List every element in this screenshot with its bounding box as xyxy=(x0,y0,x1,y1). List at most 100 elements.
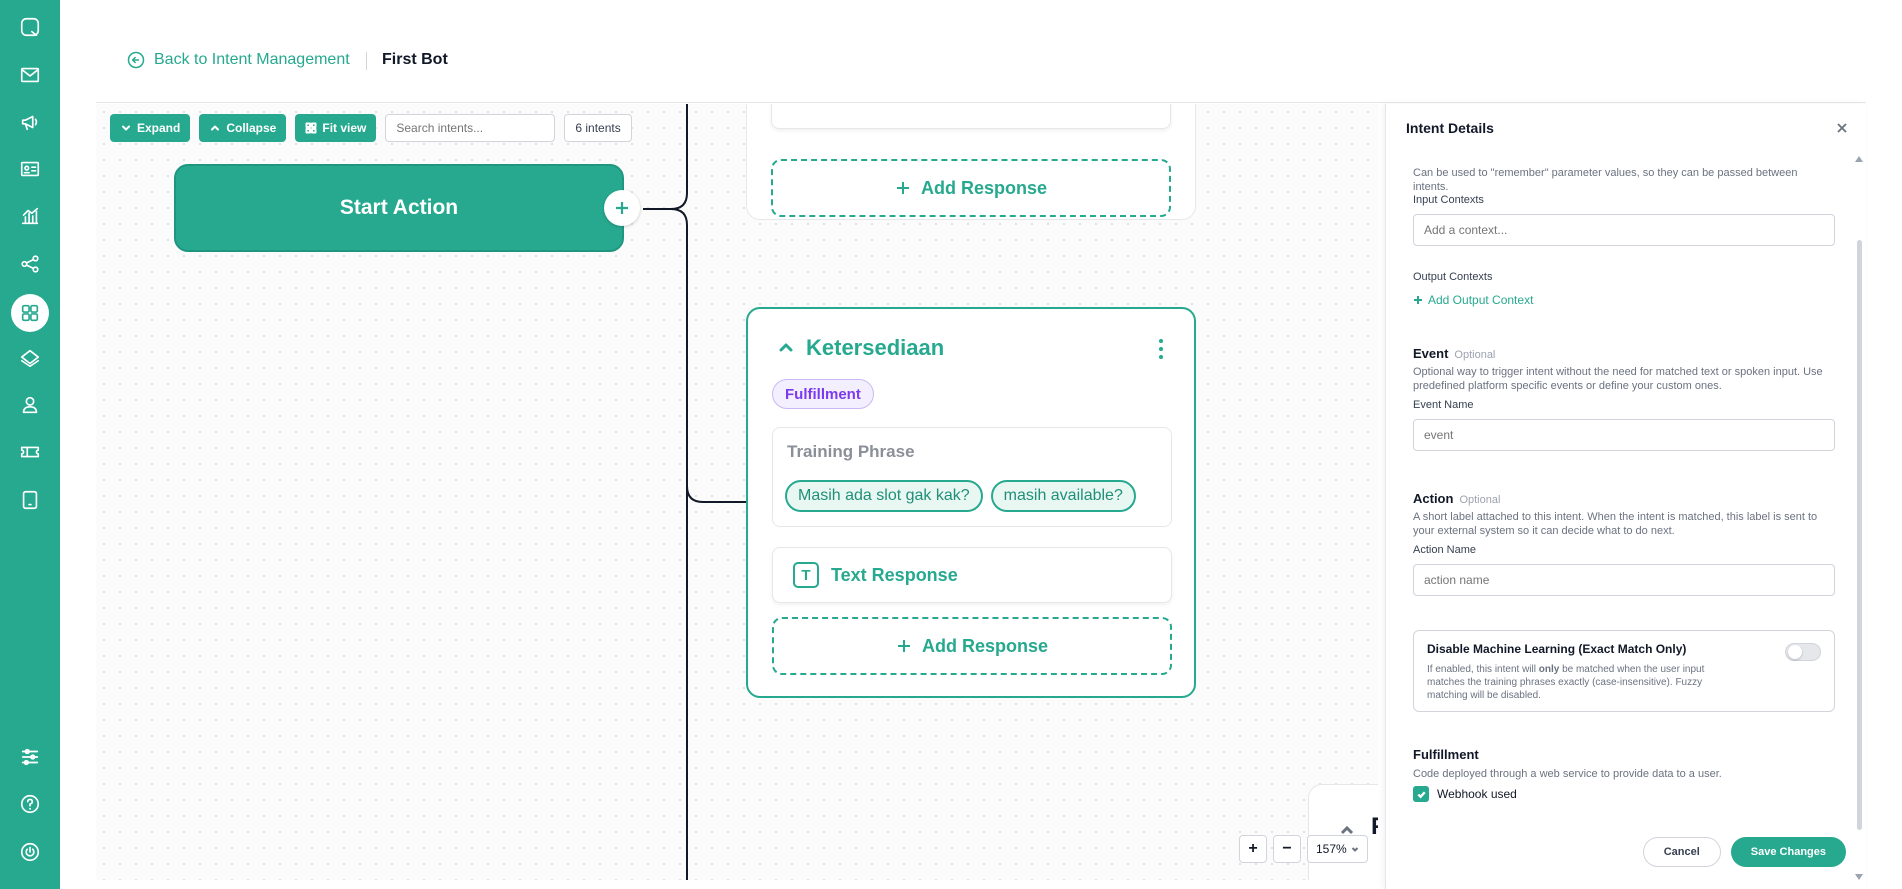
training-phrase-list: Masih ada slot gak kak? masih available? xyxy=(785,480,1136,512)
expand-label: Expand xyxy=(137,121,181,135)
zoom-out-button[interactable]: − xyxy=(1273,835,1301,863)
event-title: Event xyxy=(1413,346,1449,361)
action-title: Action xyxy=(1413,491,1454,506)
flow-canvas[interactable]: Expand Collapse Fit view 6 intents Start… xyxy=(96,104,1378,880)
user-icon[interactable] xyxy=(14,389,46,421)
chevron-up-icon xyxy=(779,343,793,352)
add-output-context-label: Add Output Context xyxy=(1428,293,1534,307)
add-response-label: Add Response xyxy=(920,177,1048,198)
disable-ml-toggle[interactable] xyxy=(1785,643,1821,661)
header-divider xyxy=(366,52,367,70)
training-phrase-chip[interactable]: masih available? xyxy=(990,480,1136,512)
intent-title: Ketersediaan xyxy=(806,335,945,360)
add-response-button[interactable]: Add Response xyxy=(772,617,1172,675)
ticket-icon[interactable] xyxy=(14,436,46,468)
webhook-checkbox[interactable] xyxy=(1413,786,1429,802)
action-section-title: Action Optional xyxy=(1413,491,1500,506)
intent-card-previous[interactable]: Add Response xyxy=(746,104,1196,220)
back-to-intent-management-link[interactable]: Back to Intent Management xyxy=(126,50,350,70)
intent-card-header[interactable]: Ketersediaan xyxy=(778,335,944,361)
search-intents-input[interactable] xyxy=(385,114,556,142)
intent-count-badge: 6 intents xyxy=(564,114,632,142)
add-response-button-previous[interactable]: Add Response xyxy=(771,159,1171,217)
close-icon[interactable] xyxy=(1834,120,1850,136)
share-nodes-icon[interactable] xyxy=(14,248,46,280)
disable-ml-title: Disable Machine Learning (Exact Match On… xyxy=(1427,642,1687,656)
input-contexts-label: Input Contexts xyxy=(1413,194,1484,206)
logo-icon[interactable] xyxy=(14,11,46,43)
fulfillment-badge: Fulfillment xyxy=(772,379,874,409)
action-name-input[interactable] xyxy=(1413,564,1835,596)
plus-icon xyxy=(896,182,909,194)
disable-ml-box: Disable Machine Learning (Exact Match On… xyxy=(1413,630,1835,712)
layers-icon[interactable] xyxy=(14,342,46,374)
disable-ml-description: If enabled, this intent will only be mat… xyxy=(1427,664,1705,701)
panel-scroll-area[interactable]: Can be used to "remember" parameter valu… xyxy=(1386,152,1867,842)
scroll-down-arrow-icon[interactable] xyxy=(1855,874,1863,880)
intent-title-partial: F xyxy=(1371,813,1378,841)
cancel-button[interactable]: Cancel xyxy=(1642,837,1721,867)
input-context-field[interactable] xyxy=(1413,214,1835,246)
webhook-label: Webhook used xyxy=(1437,787,1517,801)
fit-view-label: Fit view xyxy=(322,121,367,135)
collapse-button[interactable]: Collapse xyxy=(199,114,287,142)
mail-icon[interactable] xyxy=(14,59,46,91)
event-section-title: Event Optional xyxy=(1413,346,1495,361)
scroll-up-arrow-icon[interactable] xyxy=(1855,156,1863,162)
fulfillment-description: Code deployed through a web service to p… xyxy=(1413,768,1722,780)
start-action-node[interactable]: Start Action xyxy=(174,164,624,252)
action-optional-tag: Optional xyxy=(1459,494,1501,506)
add-response-label: Add Response xyxy=(921,635,1049,656)
zoom-controls: + − 157% xyxy=(1239,835,1368,863)
grid-small-icon xyxy=(305,122,317,134)
zoom-in-button[interactable]: + xyxy=(1239,835,1267,863)
panel-title: Intent Details xyxy=(1406,120,1494,136)
app-root: Back to Intent Management First Bot Expa… xyxy=(0,0,1902,889)
output-contexts-label: Output Contexts xyxy=(1413,271,1493,283)
contact-card-icon[interactable] xyxy=(14,153,46,185)
context-description: Can be used to "remember" parameter valu… xyxy=(1413,167,1798,193)
panel-footer: Cancel Save Changes xyxy=(1642,837,1846,867)
zoom-level-select[interactable]: 157% xyxy=(1307,835,1368,863)
more-options-icon[interactable] xyxy=(1158,339,1164,359)
panel-scrollbar[interactable] xyxy=(1857,240,1862,830)
collapse-label: Collapse xyxy=(226,121,277,135)
tablet-icon[interactable] xyxy=(14,484,46,516)
check-icon xyxy=(1416,790,1426,798)
response-item-stub[interactable] xyxy=(771,104,1171,129)
intent-card-next[interactable]: F xyxy=(1308,784,1378,880)
expand-button[interactable]: Expand xyxy=(110,114,191,142)
event-name-input[interactable] xyxy=(1413,419,1835,451)
power-icon[interactable] xyxy=(14,836,46,868)
add-output-context-button[interactable]: Add Output Context xyxy=(1413,293,1533,307)
zoom-level-value: 157% xyxy=(1316,842,1347,856)
text-type-icon: T xyxy=(793,562,819,588)
event-name-label: Event Name xyxy=(1413,399,1474,411)
chevron-down-icon xyxy=(1351,847,1358,852)
arrow-left-circle-icon xyxy=(127,51,145,69)
action-description: A short label attached to this intent. W… xyxy=(1413,511,1818,537)
add-intent-button[interactable] xyxy=(604,190,640,226)
back-link-label: Back to Intent Management xyxy=(154,51,350,68)
fulfillment-title: Fulfillment xyxy=(1413,747,1479,762)
sidebar xyxy=(0,0,60,889)
event-description: Optional way to trigger intent without t… xyxy=(1413,366,1823,392)
intent-details-panel: Intent Details Can be used to "remember"… xyxy=(1385,104,1866,889)
plus-icon xyxy=(897,640,910,652)
training-phrase-title: Training Phrase xyxy=(787,442,915,461)
sliders-icon[interactable] xyxy=(14,741,46,773)
training-phrase-chip[interactable]: Masih ada slot gak kak? xyxy=(785,480,983,512)
save-changes-button[interactable]: Save Changes xyxy=(1730,837,1846,867)
start-action-label: Start Action xyxy=(339,196,459,219)
plus-icon xyxy=(616,202,628,214)
analytics-icon[interactable] xyxy=(14,200,46,232)
training-phrase-section[interactable]: Training Phrase Masih ada slot gak kak? … xyxy=(772,427,1172,527)
text-response-item[interactable]: T Text Response xyxy=(772,547,1172,603)
intent-card-ketersediaan[interactable]: Ketersediaan Fulfillment Training Phrase… xyxy=(746,307,1196,698)
canvas-toolbar: Expand Collapse Fit view 6 intents xyxy=(110,114,632,142)
help-icon[interactable] xyxy=(14,788,46,820)
grid-icon[interactable] xyxy=(11,294,49,332)
megaphone-icon[interactable] xyxy=(14,106,46,138)
chevron-up-icon xyxy=(211,125,220,131)
fit-view-button[interactable]: Fit view xyxy=(295,114,377,142)
